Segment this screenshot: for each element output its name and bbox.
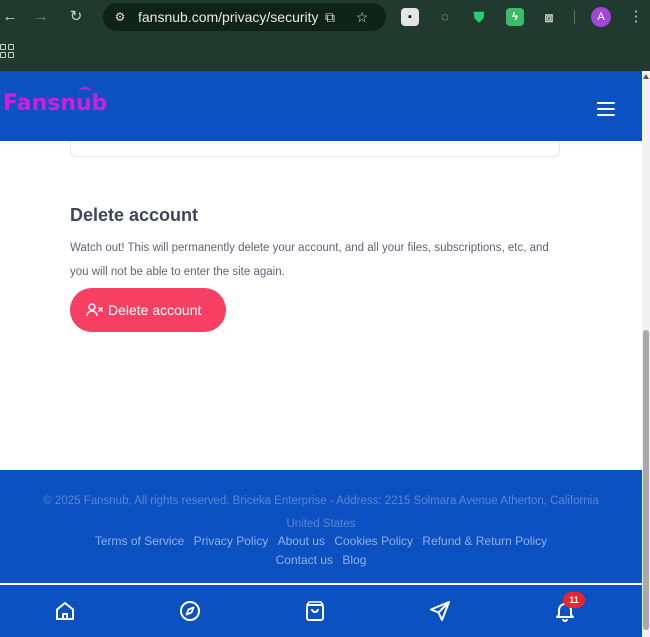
footer-link-refund[interactable]: Refund & Return Policy [422, 534, 547, 548]
address-bar[interactable]: ⚙ fansnub.com/privacy/security ⧉ ☆ [103, 3, 386, 31]
bookmark-star-icon[interactable]: ☆ [353, 8, 371, 26]
browser-toolbar: ← → ↻ ⚙ fansnub.com/privacy/security ⧉ ☆… [0, 0, 650, 34]
previous-section-card [70, 141, 560, 157]
delete-account-warning: Watch out! This will permanently delete … [70, 242, 549, 278]
logo-signal-icon [78, 87, 92, 97]
site-header: Fansnub [0, 71, 642, 141]
footer-link-privacy[interactable]: Privacy Policy [194, 534, 269, 548]
send-paper-plane-icon[interactable] [428, 599, 452, 623]
bottom-navigation [0, 584, 642, 637]
explore-compass-icon[interactable] [178, 599, 202, 623]
footer-copyright: © 2025 Fansnub, All rights reserved. Bri… [43, 495, 599, 530]
bookmarks-bar [0, 40, 650, 68]
footer-link-blog[interactable]: Blog [342, 553, 366, 567]
notification-count-badge: 11 [563, 592, 585, 608]
footer-link-contact[interactable]: Contact us [276, 553, 333, 567]
delete-account-button-label: Delete account [108, 302, 202, 318]
extensions-puzzle-icon[interactable]: ⧈ [540, 8, 558, 26]
extension-shield-icon[interactable]: ⛊ [470, 8, 488, 26]
delete-account-title: Delete account [70, 205, 199, 225]
browser-menu-icon[interactable]: ⋮ [626, 7, 646, 27]
extension-mouse-icon[interactable]: ◌ [436, 8, 454, 26]
footer-link-terms[interactable]: Terms of Service [95, 534, 184, 548]
footer-link-about[interactable]: About us [278, 534, 325, 548]
extension-bolt-icon[interactable]: ϟ [506, 8, 524, 26]
footer-links: Terms of Service Privacy Policy About us… [60, 532, 582, 570]
scrollbar-thumb[interactable] [643, 330, 649, 630]
profile-avatar[interactable]: A [591, 7, 611, 27]
apps-grid-icon[interactable] [0, 44, 14, 58]
shopping-bag-icon[interactable] [303, 599, 327, 623]
delete-account-button[interactable]: Delete account [70, 288, 226, 332]
scroll-up-arrow-icon[interactable] [643, 74, 649, 79]
hamburger-menu-icon[interactable] [597, 102, 617, 116]
install-app-icon[interactable]: ⧉ [321, 8, 339, 26]
toolbar-divider [574, 10, 575, 24]
footer-link-cookies[interactable]: Cookies Policy [334, 534, 413, 548]
url-text[interactable]: fansnub.com/privacy/security [138, 9, 319, 25]
forward-icon[interactable]: → [31, 7, 51, 27]
back-icon[interactable]: ← [0, 7, 20, 27]
browser-chrome: ← → ↻ ⚙ fansnub.com/privacy/security ⧉ ☆… [0, 0, 650, 71]
site-info-icon[interactable]: ⚙ [112, 9, 128, 25]
home-icon[interactable] [53, 599, 77, 623]
user-remove-icon [86, 303, 103, 317]
extension-mask-icon[interactable]: ▪ [401, 8, 419, 26]
site-footer: © 2025 Fansnub, All rights reserved. Bri… [0, 470, 642, 583]
reload-icon[interactable]: ↻ [66, 7, 86, 27]
